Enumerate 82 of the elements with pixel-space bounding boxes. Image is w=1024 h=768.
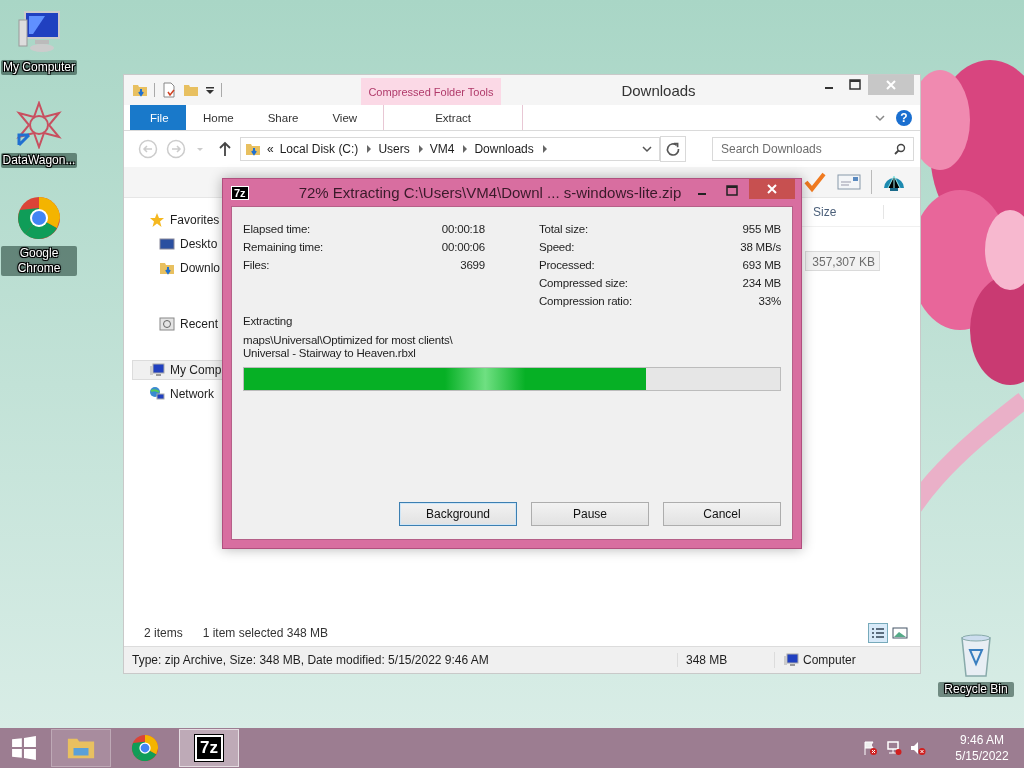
chrome-icon bbox=[130, 733, 160, 763]
clock[interactable]: 9:46 AM 5/15/2022 bbox=[946, 732, 1018, 764]
stat-value: 693 MB bbox=[742, 259, 781, 271]
stat-label: Compression ratio: bbox=[539, 295, 632, 307]
search-field[interactable]: Search Downloads bbox=[712, 137, 914, 161]
window-title: 72% Extracting C:\Users\VM4\Downl ... s-windows-lite.zip bbox=[297, 184, 683, 201]
start-icon[interactable] bbox=[11, 735, 37, 761]
chrome-icon[interactable] bbox=[15, 194, 63, 242]
folder-icon[interactable] bbox=[132, 82, 148, 98]
file-size: 348 MB bbox=[677, 653, 774, 667]
breadcrumb[interactable]: Downloads bbox=[474, 142, 534, 156]
breadcrumb[interactable]: Users bbox=[378, 142, 410, 156]
breadcrumb[interactable]: Local Disk (C:) bbox=[279, 142, 359, 156]
document-icon[interactable] bbox=[161, 82, 177, 98]
stat-label: Files: bbox=[243, 259, 270, 271]
search-icon[interactable] bbox=[894, 143, 906, 155]
close-icon[interactable] bbox=[749, 179, 795, 199]
arrow-right-icon[interactable] bbox=[462, 144, 469, 154]
checkmark-icon[interactable] bbox=[803, 170, 827, 194]
desktop-icon-label[interactable]: My Computer bbox=[1, 60, 77, 75]
details-view-icon[interactable] bbox=[868, 623, 888, 643]
file-path: maps\Universal\Optimized for most clients\ bbox=[243, 334, 454, 347]
flag-error-icon[interactable] bbox=[862, 740, 878, 756]
stat-value: 33% bbox=[758, 295, 781, 307]
location-label: Computer bbox=[803, 653, 856, 667]
refresh-icon[interactable] bbox=[660, 136, 686, 162]
file-path: Universal - Stairway to Heaven.rbxl bbox=[243, 347, 417, 360]
table-cell[interactable]: 357,307 KB bbox=[805, 251, 880, 271]
folder-icon bbox=[245, 141, 261, 157]
desktop-icon-label[interactable]: Google Chrome bbox=[1, 246, 77, 276]
stat-label: Elapsed time: bbox=[243, 223, 311, 235]
stat-label: Total size: bbox=[539, 223, 588, 235]
stat-value: 955 MB bbox=[742, 223, 781, 235]
clock-folder-icon bbox=[159, 316, 175, 332]
stat-label: Speed: bbox=[539, 241, 575, 253]
status-text: Extracting bbox=[243, 314, 294, 329]
ribbon-tab[interactable]: File bbox=[130, 105, 186, 130]
desktop-icon-label[interactable]: Recycle Bin bbox=[938, 682, 1014, 697]
chevron-down-icon[interactable] bbox=[641, 143, 653, 155]
up-arrow-icon[interactable] bbox=[218, 141, 232, 157]
overflow-chevron[interactable]: « bbox=[267, 142, 274, 156]
ribbon-tab[interactable]: Home bbox=[186, 105, 251, 130]
speaker-muted-icon[interactable] bbox=[910, 740, 926, 756]
ribbon-tab[interactable]: View bbox=[315, 105, 375, 130]
computer-icon bbox=[783, 652, 799, 668]
dialog-button[interactable]: Pause bbox=[531, 502, 649, 526]
network-error-icon[interactable] bbox=[886, 740, 902, 756]
arrow-right-icon[interactable] bbox=[366, 144, 373, 154]
stat-label: Compressed size: bbox=[539, 277, 628, 289]
caret-icon[interactable] bbox=[205, 85, 215, 95]
network-icon bbox=[149, 386, 165, 402]
help-button[interactable]: ? bbox=[896, 109, 912, 126]
stat-value: 3699 bbox=[460, 259, 485, 271]
item-count: 2 items bbox=[144, 626, 183, 640]
stat-label: Remaining time: bbox=[243, 241, 324, 253]
context-tab-group: Compressed Folder Tools bbox=[361, 78, 501, 105]
column-header[interactable]: Size bbox=[810, 205, 884, 219]
taskbar-button[interactable]: 7z bbox=[179, 729, 239, 767]
file-details: Type: zip Archive, Size: 348 MB, Date modified: 5/15/2022 9:46 AM bbox=[131, 653, 490, 667]
stat-value: 234 MB bbox=[742, 277, 781, 289]
dialog-button[interactable]: Cancel bbox=[663, 502, 781, 526]
folder-icon bbox=[159, 260, 175, 276]
selection-info: 1 item selected 348 MB bbox=[202, 626, 329, 640]
arrow-right-icon[interactable] bbox=[417, 144, 424, 154]
star-icon bbox=[149, 212, 165, 228]
arrow-right-icon[interactable] bbox=[541, 144, 548, 154]
address-field[interactable]: « Local Disk (C:) Users VM4 Downloads bbox=[240, 137, 660, 161]
star-pattern-icon[interactable] bbox=[15, 101, 63, 149]
ribbon-tab[interactable]: Share bbox=[250, 105, 316, 130]
nav-item[interactable]: Network bbox=[132, 384, 262, 404]
stat-value: 00:00:18 bbox=[441, 223, 485, 235]
ribbon-tab[interactable]: Extract bbox=[383, 105, 524, 130]
stat-value: 38 MB/s bbox=[740, 241, 781, 253]
window-title: Downloads bbox=[620, 81, 697, 99]
breadcrumb[interactable]: VM4 bbox=[429, 142, 455, 156]
dialog-button[interactable]: Background bbox=[399, 502, 517, 526]
desktop-icon-label[interactable]: DataWagon... bbox=[1, 153, 77, 168]
monitor-icon bbox=[159, 236, 175, 252]
computer-icon bbox=[149, 362, 165, 378]
stat-label: Processed: bbox=[539, 259, 595, 271]
app-logo: 7z bbox=[231, 185, 249, 200]
stat-value: 00:00:06 bbox=[441, 241, 485, 253]
